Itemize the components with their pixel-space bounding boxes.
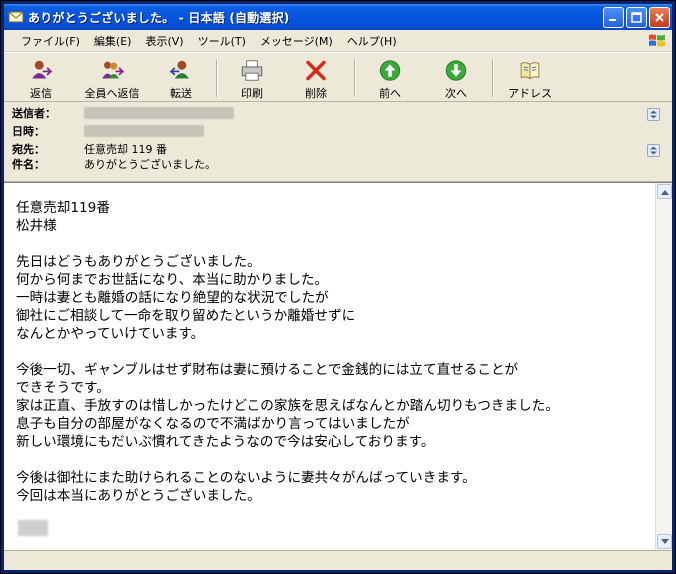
delete-button[interactable]: 削除 [288,55,344,101]
menu-view[interactable]: 表示(V) [138,31,190,51]
menu-help[interactable]: ヘルプ(H) [340,31,404,51]
toolbar: 返信 全員へ返信 転送 印刷 削除 前へ 次へ アドレス [4,52,672,102]
printer-icon [241,60,263,81]
close-button[interactable] [649,7,670,28]
print-label: 印刷 [241,87,263,100]
to-row: 宛先： 任意売却 119 番 [12,142,167,156]
arrow-down-icon [445,60,467,81]
from-value-redacted [84,107,234,119]
maximize-button[interactable] [626,7,647,28]
scroll-up-button[interactable] [657,184,672,199]
to-label: 宛先： [12,143,45,156]
minimize-button[interactable] [603,7,624,28]
menu-edit[interactable]: 編集(E) [87,31,139,51]
reply-icon [32,60,53,79]
message-body-pane[interactable]: 任意売却119番 松井様 先日はどうもありがとうございました。 何から何までお世… [4,182,672,550]
scroll-down-icon [660,538,669,544]
delete-label: 削除 [305,87,327,100]
caption-buttons [603,7,670,28]
addresses-label: アドレス [508,87,552,100]
forward-label: 転送 [170,87,192,100]
toolbar-separator [354,59,356,97]
signature-redacted [18,520,48,536]
scroll-up-icon [660,189,669,195]
message-body: 任意売却119番 松井様 先日はどうもありがとうございました。 何から何までお世… [16,200,559,504]
reply-all-label: 全員へ返信 [84,87,140,100]
vertical-scrollbar[interactable] [655,183,672,550]
previous-button[interactable]: 前へ [362,55,418,101]
maximize-icon [631,12,642,23]
from-expand-spinner[interactable] [647,108,660,121]
forward-icon [169,60,189,79]
message-headers: 送信者： 日時： 宛先： 任意売却 119 番 件名： ありがとうございました。 [4,102,672,182]
close-icon [655,13,664,22]
forward-button[interactable]: 転送 [156,55,206,101]
menu-bar: ファイル(F) 編集(E) 表示(V) ツール(T) メッセージ(M) ヘルプ(… [4,30,672,52]
toolbar-separator [216,59,218,97]
subject-row: 件名： ありがとうございました。 [12,157,216,171]
address-book-icon [520,62,540,80]
date-row: 日時： [12,124,204,138]
to-value: 任意売却 119 番 [84,143,167,156]
reply-all-button[interactable]: 全員へ返信 [76,55,148,101]
menu-file[interactable]: ファイル(F) [14,31,87,51]
spinner-arrows-icon [650,110,657,119]
date-label: 日時： [12,125,45,138]
from-row: 送信者： [12,106,234,120]
date-value-redacted [84,125,204,137]
to-expand-spinner[interactable] [647,144,660,157]
next-label: 次へ [445,87,467,100]
mail-icon [8,11,24,23]
mail-window: ありがとうございました。 - 日本語 (自動選択) ファイル(F) 編集(E) … [0,0,676,574]
menu-tools[interactable]: ツール(T) [191,31,253,51]
previous-label: 前へ [379,87,401,100]
addresses-button[interactable]: アドレス [500,55,560,101]
subject-value: ありがとうございました。 [84,158,216,171]
next-button[interactable]: 次へ [428,55,484,101]
minimize-icon [609,19,616,21]
reply-label: 返信 [30,87,52,100]
menu-message[interactable]: メッセージ(M) [253,31,340,51]
scroll-down-button[interactable] [657,534,672,549]
status-bar [4,550,672,570]
subject-label: 件名： [12,158,45,171]
spinner-arrows-icon [650,146,657,155]
toolbar-separator [492,59,494,97]
delete-x-icon [306,60,326,81]
windows-logo-icon [649,34,665,47]
reply-all-icon [102,61,125,79]
print-button[interactable]: 印刷 [224,55,280,101]
title-bar[interactable]: ありがとうございました。 - 日本語 (自動選択) [4,4,672,30]
from-label: 送信者： [12,107,56,120]
window-frame: ありがとうございました。 - 日本語 (自動選択) ファイル(F) 編集(E) … [4,4,672,570]
window-title: ありがとうございました。 - 日本語 (自動選択) [28,10,290,25]
arrow-up-icon [379,60,401,81]
reply-button[interactable]: 返信 [16,55,66,101]
